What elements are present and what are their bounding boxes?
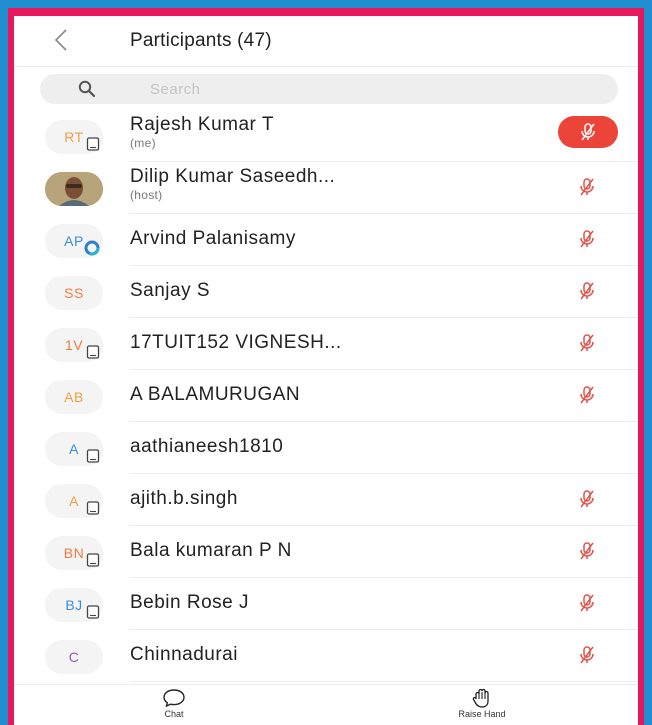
search-icon	[78, 80, 96, 98]
mic-status	[576, 228, 598, 250]
participants-screen: Participants (47) Search RT Rajesh Kumar …	[14, 16, 638, 725]
participant-row[interactable]: 1V 17TUIT152 VIGNESH...	[14, 318, 638, 370]
avatar-initials: BN	[63, 545, 85, 561]
participant-row[interactable]: RT Rajesh Kumar T (me)	[14, 110, 638, 162]
participant-row[interactable]: SS Sanjay S	[14, 266, 638, 318]
participant-row[interactable]: Aaathianeesh1810	[14, 422, 638, 474]
participant-row[interactable]: BN Bala kumaran P N	[14, 526, 638, 578]
raise-hand-button[interactable]: Raise Hand	[442, 687, 522, 719]
avatar-initials: AP	[64, 233, 84, 249]
mobile-device-icon	[86, 137, 100, 151]
participant-name: aathianeesh1810	[130, 436, 284, 457]
avatar-initials: BJ	[65, 597, 83, 613]
mute-toggle-button[interactable]	[558, 116, 618, 148]
footer-toolbar: Chat Raise Hand	[14, 684, 638, 725]
mic-off-icon	[580, 334, 594, 352]
avatar: SS	[45, 276, 103, 310]
mic-status	[576, 176, 598, 198]
participant-name: Bala kumaran P N	[130, 540, 292, 561]
participant-name: Chinnadurai	[130, 644, 238, 665]
participant-name: Rajesh Kumar T	[130, 114, 274, 135]
mic-off-icon	[580, 542, 594, 560]
mic-off-icon	[581, 123, 595, 141]
participant-row[interactable]: AP Arvind Palanisamy	[14, 214, 638, 266]
mic-off-icon	[580, 490, 594, 508]
participant-name: Bebin Rose J	[130, 592, 250, 613]
avatar	[45, 172, 103, 206]
search-input[interactable]: Search	[150, 81, 201, 98]
mobile-device-icon	[86, 449, 100, 463]
hand-icon	[472, 688, 489, 708]
avatar: C	[45, 640, 103, 674]
mic-status	[576, 488, 598, 510]
avatar-initials: 1V	[64, 337, 84, 353]
mic-status	[576, 592, 598, 614]
participant-name: Sanjay S	[130, 280, 211, 301]
participant-name: 17TUIT152 VIGNESH...	[130, 332, 342, 353]
header: Participants (47)	[14, 16, 638, 67]
back-icon[interactable]	[48, 26, 76, 54]
mic-off-icon	[580, 230, 594, 248]
mic-off-icon	[580, 386, 594, 404]
participant-row[interactable]: BJ Bebin Rose J	[14, 578, 638, 630]
avatar-initials: C	[68, 649, 80, 665]
mic-status	[576, 540, 598, 562]
search-bar[interactable]: Search	[40, 74, 618, 104]
page-title: Participants (47)	[130, 30, 272, 51]
participant-role: (host)	[130, 188, 163, 202]
mobile-device-icon	[86, 553, 100, 567]
mic-off-icon	[580, 282, 594, 300]
mobile-device-icon	[86, 605, 100, 619]
mic-status	[576, 644, 598, 666]
avatar-initials: SS	[64, 285, 84, 301]
chat-button[interactable]: Chat	[134, 687, 214, 719]
participant-name: A BALAMURUGAN	[130, 384, 301, 405]
participant-name: Dilip Kumar Saseedh...	[130, 166, 336, 187]
mobile-device-icon	[86, 345, 100, 359]
audio-ring-icon	[84, 240, 100, 256]
mic-off-icon	[580, 594, 594, 612]
row-divider	[130, 681, 638, 682]
raise-hand-label: Raise Hand	[458, 709, 506, 719]
participant-row[interactable]: C Chinnadurai	[14, 630, 638, 682]
participant-row[interactable]: Aajith.b.singh	[14, 474, 638, 526]
chat-label: Chat	[164, 709, 184, 719]
participant-role: (me)	[130, 136, 156, 150]
mic-off-icon	[580, 646, 594, 664]
mobile-device-icon	[86, 501, 100, 515]
avatar-initials: AB	[64, 389, 84, 405]
chat-bubble-icon	[163, 689, 185, 708]
avatar: AB	[45, 380, 103, 414]
profile-photo	[45, 172, 103, 206]
participant-row[interactable]: AB A BALAMURUGAN	[14, 370, 638, 422]
mic-status	[576, 332, 598, 354]
avatar-initials: RT	[64, 129, 84, 145]
mic-off-icon	[580, 178, 594, 196]
participant-name: ajith.b.singh	[130, 488, 238, 509]
avatar-initials: A	[69, 441, 79, 457]
participant-row[interactable]: Dilip Kumar Saseedh... (host)	[14, 162, 638, 214]
avatar-initials: A	[69, 493, 79, 509]
participant-name: Arvind Palanisamy	[130, 228, 296, 249]
mic-status	[576, 384, 598, 406]
mic-status	[576, 280, 598, 302]
